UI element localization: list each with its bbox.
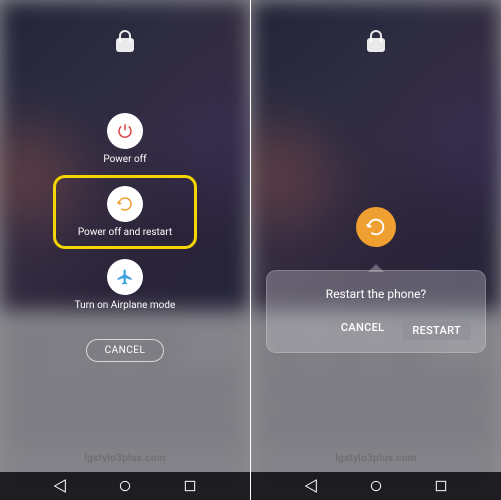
right-panel: Restart the phone? CANCEL RESTART lgstyl… [251,0,501,500]
lock-icon [116,30,134,52]
restart-button[interactable] [107,186,143,222]
airplane-item[interactable]: Turn on Airplane mode [57,253,194,317]
airplane-icon [116,268,134,286]
power-menu: Power off Power off and restart Turn on … [53,107,197,317]
dialog-restart-button[interactable]: RESTART [402,321,471,340]
nav-bar [251,472,501,500]
restart-item-highlighted[interactable]: Power off and restart [53,175,197,249]
home-icon[interactable] [116,477,134,495]
left-panel: Power off Power off and restart Turn on … [0,0,250,500]
restart-label: Power off and restart [78,227,172,238]
restart-icon [365,216,387,238]
lock-icon [367,30,385,52]
screenshot-pair: Power off Power off and restart Turn on … [0,0,501,500]
power-off-button[interactable] [107,113,143,149]
airplane-button[interactable] [107,259,143,295]
restart-icon [116,195,134,213]
nav-bar [0,472,250,500]
recent-icon[interactable] [432,477,450,495]
watermark: lgstylo3plus.com [251,453,501,464]
power-off-item[interactable]: Power off [85,107,164,171]
airplane-label: Turn on Airplane mode [75,300,176,311]
power-icon [116,122,134,140]
power-off-label: Power off [103,154,146,165]
dialog-arrow [368,264,384,272]
cancel-button[interactable]: CANCEL [86,339,165,362]
recent-icon[interactable] [181,477,199,495]
back-icon[interactable] [51,477,69,495]
confirm-dialog: Restart the phone? CANCEL RESTART [266,270,486,353]
watermark: lgstylo3plus.com [0,453,250,464]
dialog-title: Restart the phone? [281,287,471,301]
dialog-cancel-button[interactable]: CANCEL [341,321,384,340]
restart-icon-large [356,207,396,247]
back-icon[interactable] [302,477,320,495]
home-icon[interactable] [367,477,385,495]
